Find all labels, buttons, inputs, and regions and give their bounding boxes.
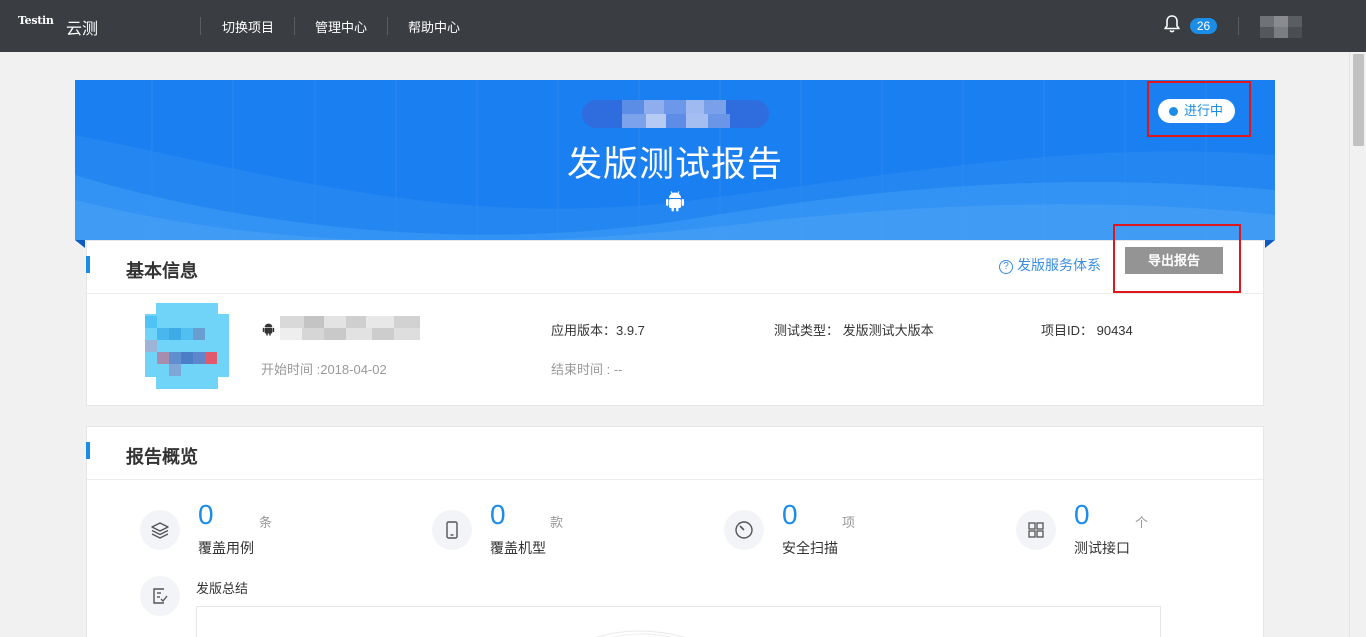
test-type: 测试类型： 发版测试大版本 xyxy=(774,323,934,338)
release-service-link-text: 发版服务体系 xyxy=(1017,257,1101,273)
ribbon-fold xyxy=(1265,240,1275,248)
nav-help-center[interactable]: 帮助中心 xyxy=(408,17,460,36)
user-avatar-redacted[interactable] xyxy=(1260,16,1302,38)
test-api-count: 0 xyxy=(1074,499,1090,530)
covered-cases-unit: 条 xyxy=(259,515,273,530)
end-time: 结束时间 : -- xyxy=(551,362,623,377)
report-banner: 发版测试报告 进行中 xyxy=(75,80,1275,240)
nav-switch-project[interactable]: 切换项目 xyxy=(222,17,274,36)
app-version: 应用版本：3.9.7 xyxy=(551,323,645,338)
nav-divider xyxy=(200,17,201,35)
summary-placeholder-decoration xyxy=(596,630,685,637)
android-icon xyxy=(666,191,684,212)
release-service-system-link[interactable]: ? 发版服务体系 xyxy=(999,255,1101,275)
scrollbar-thumb[interactable] xyxy=(1353,54,1364,146)
app-icon-redacted xyxy=(145,303,229,389)
brand-name[interactable]: 云测 xyxy=(66,15,98,39)
release-summary-box xyxy=(196,606,1161,637)
vertical-scrollbar[interactable] xyxy=(1349,52,1366,637)
nav-divider xyxy=(387,17,388,35)
start-time: 开始时间 :2018-04-02 xyxy=(261,362,387,377)
testin-logo[interactable]: Testin xyxy=(18,14,54,27)
nav-management-center[interactable]: 管理中心 xyxy=(315,17,367,36)
bell-icon[interactable] xyxy=(1163,14,1181,34)
app-full-name-redacted xyxy=(280,316,420,340)
question-icon: ? xyxy=(999,260,1013,274)
security-scan-unit: 项 xyxy=(842,515,856,530)
covered-devices-unit: 款 xyxy=(550,515,564,530)
gauge-icon xyxy=(724,510,764,550)
highlight-box-status xyxy=(1147,81,1251,137)
checklist-icon xyxy=(140,576,180,616)
ribbon-fold xyxy=(75,240,85,248)
release-summary-label: 发版总结 xyxy=(196,581,249,596)
phone-icon xyxy=(432,510,472,550)
report-title: 发版测试报告 xyxy=(566,145,783,184)
basic-info-title: 基本信息 xyxy=(126,261,198,281)
project-id: 项目ID： 90434 xyxy=(1041,323,1133,338)
security-scan-label: 安全扫描 xyxy=(782,540,838,556)
top-nav-bar: Testin 云测 切换项目 管理中心 帮助中心 26 xyxy=(0,0,1366,52)
section-accent-bar xyxy=(86,256,90,273)
app-name-redacted xyxy=(582,100,769,128)
security-scan-count: 0 xyxy=(782,499,798,530)
section-accent-bar xyxy=(86,442,90,459)
nav-divider xyxy=(294,17,295,35)
highlight-box-export xyxy=(1113,224,1241,293)
overview-title: 报告概览 xyxy=(126,447,198,467)
grid-icon xyxy=(1016,510,1056,550)
card-header: 报告概览 xyxy=(87,427,1263,480)
layers-icon xyxy=(140,510,180,550)
covered-cases-count: 0 xyxy=(198,499,214,530)
android-icon xyxy=(262,323,275,336)
nav-divider xyxy=(1238,17,1239,35)
test-api-label: 测试接口 xyxy=(1074,540,1130,556)
covered-devices-label: 覆盖机型 xyxy=(490,540,546,556)
covered-cases-label: 覆盖用例 xyxy=(198,540,254,556)
notification-badge[interactable]: 26 xyxy=(1190,18,1217,34)
covered-devices-count: 0 xyxy=(490,499,506,530)
test-api-unit: 个 xyxy=(1135,515,1149,530)
